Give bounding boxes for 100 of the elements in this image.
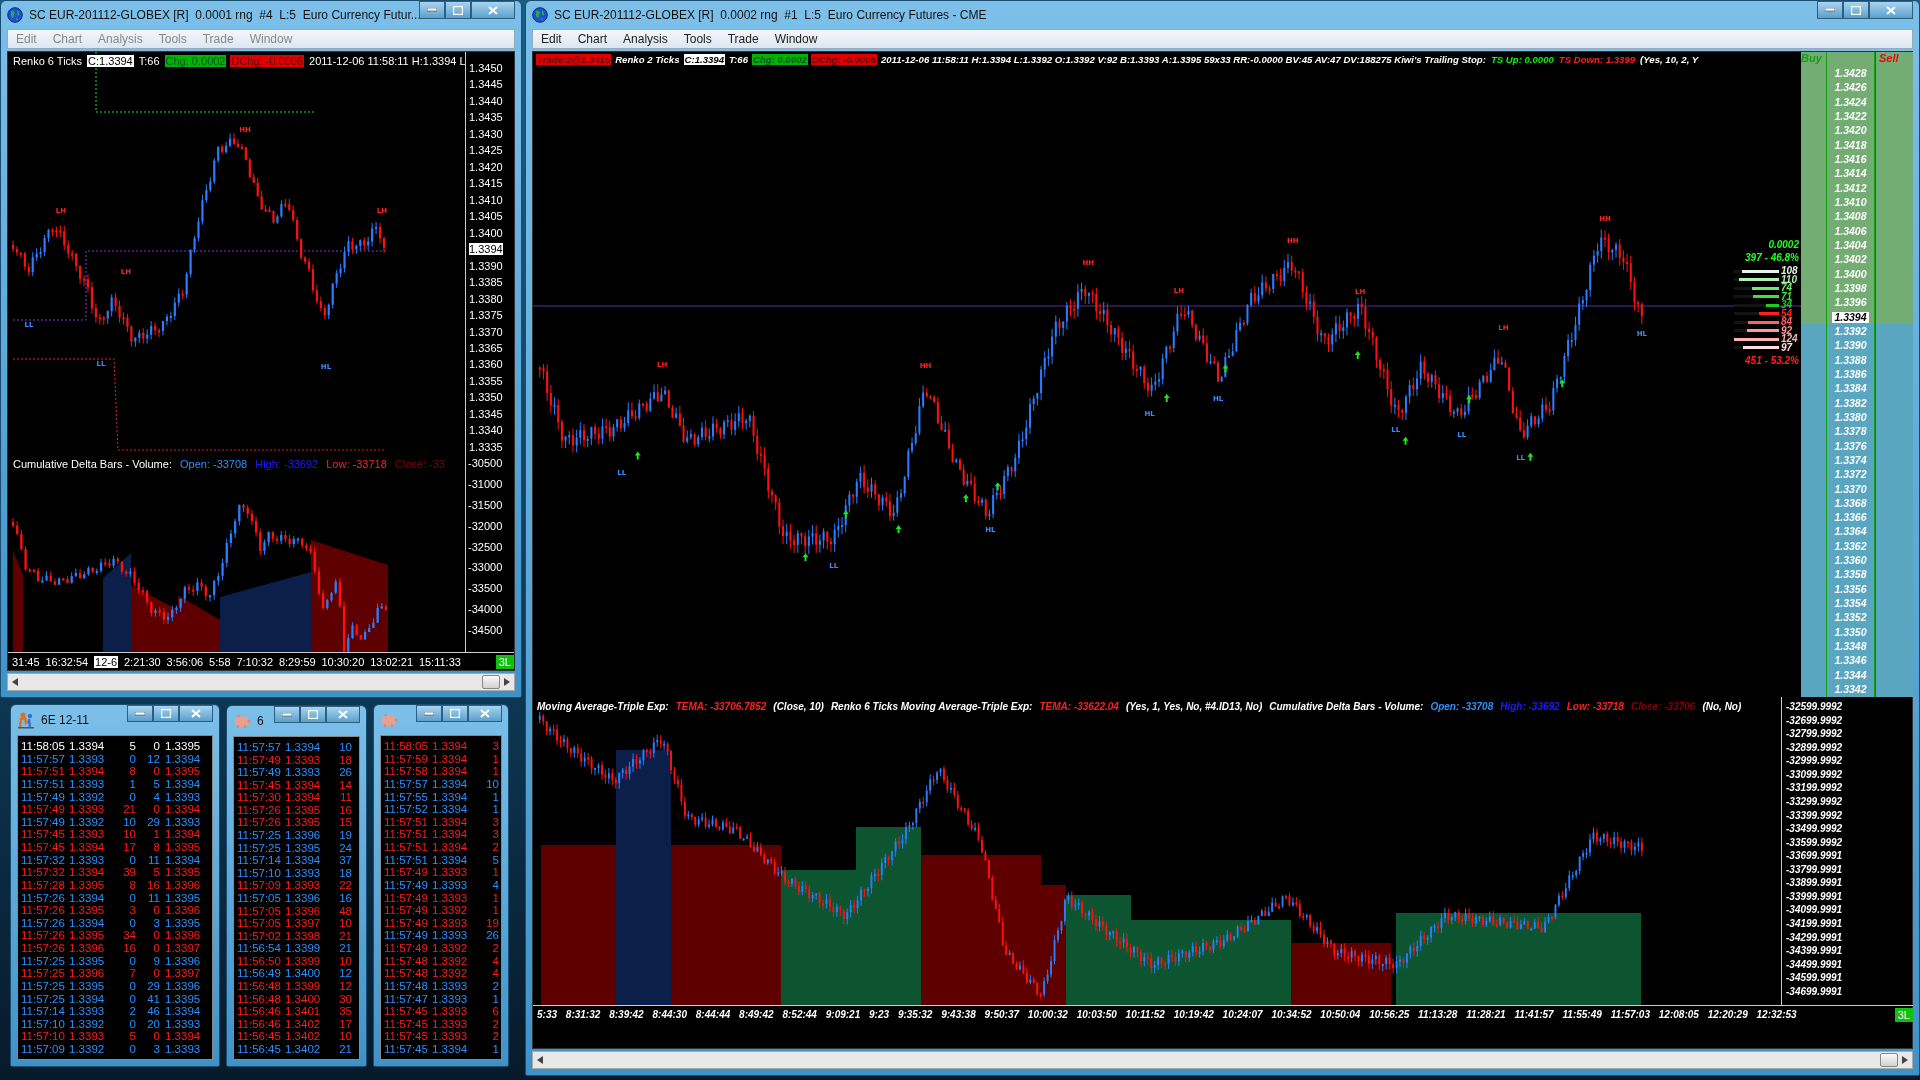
axis-label: -34199.9991 xyxy=(1786,918,1844,929)
table-cell-text: 1.3394 xyxy=(432,815,469,828)
table-cell-text: 3 xyxy=(491,740,500,752)
table-cell-text: 11:57:25 xyxy=(21,954,66,967)
menu-item[interactable]: Window xyxy=(241,32,301,46)
ladder-price[interactable]: 1.3374 xyxy=(1832,454,1869,466)
ladder-price[interactable]: 1.3380 xyxy=(1832,411,1869,423)
table-cell-text: 11:57:10 xyxy=(237,866,282,879)
table-cell-text: 5 xyxy=(128,740,137,752)
table-cell-text: 11:57:26 xyxy=(21,904,66,917)
table-cell-text: 1.3394 xyxy=(164,777,202,790)
menu-item[interactable]: Tools xyxy=(150,32,195,46)
time-label: 8:52:44 xyxy=(782,1009,817,1020)
menu-item[interactable]: Trade xyxy=(719,32,767,46)
ladder-price[interactable]: 1.3360 xyxy=(1832,555,1869,567)
table-cell-text: 3 xyxy=(491,828,500,841)
axis-label: -30500 xyxy=(468,457,504,469)
ladder-price[interactable]: 1.3386 xyxy=(1832,368,1869,380)
ladder-price[interactable]: 1.3390 xyxy=(1832,340,1869,352)
table-cell-text: 1.3394 xyxy=(432,752,469,765)
table-cell-text: 3 xyxy=(128,904,137,917)
table-cell-text: 16 xyxy=(338,803,353,816)
table-cell-text: 5 xyxy=(128,1030,137,1043)
ladder-price[interactable]: 1.3346 xyxy=(1832,655,1869,667)
ladder-price[interactable]: 1.3344 xyxy=(1832,669,1869,681)
info-badge: Chg: 0.0002 xyxy=(752,54,808,65)
table-cell-text: 11:57:26 xyxy=(237,803,282,816)
table-cell-text: 1.3394 xyxy=(69,992,106,1005)
table-cell-text: 0 xyxy=(128,853,137,866)
ladder-price[interactable]: 1.3394 xyxy=(1832,311,1869,323)
info-text: High: -33692 xyxy=(254,458,320,470)
ladder-price[interactable]: 1.3366 xyxy=(1832,512,1869,524)
ladder-price[interactable]: 1.3384 xyxy=(1832,383,1869,395)
axis-label: 1.3335 xyxy=(469,440,504,453)
table-cell-text: 2 xyxy=(491,1030,500,1043)
menu-item[interactable]: Chart xyxy=(44,32,91,46)
menu-item[interactable]: Chart xyxy=(569,32,616,46)
ladder-price[interactable]: 1.3370 xyxy=(1832,483,1869,495)
ladder-price[interactable]: 1.3388 xyxy=(1832,354,1869,366)
axis-label: -34499.9991 xyxy=(1786,958,1844,970)
table-cell-text: 1.3396 xyxy=(164,979,202,992)
ladder-price[interactable]: 1.3356 xyxy=(1832,583,1869,595)
menu-item[interactable]: Analysis xyxy=(90,32,151,46)
info-text: 2011-12-06 11:58:11 H:1.3394 L:1.3392 O:1.3392 V:92 B:1.3393 A:1.3395 59x33 RR:-0.0000 BV:45 AV:47 DV:188275 Kiwi's Trailing Stop: xyxy=(879,54,1487,65)
table-cell-text: 19 xyxy=(338,829,353,842)
ladder-price[interactable]: 1.3358 xyxy=(1832,569,1869,581)
menu-item[interactable]: Edit xyxy=(533,32,570,46)
ladder-price[interactable]: 1.3352 xyxy=(1832,612,1869,624)
ladder-price[interactable]: 1.3368 xyxy=(1832,497,1869,509)
ladder-price[interactable]: 1.3362 xyxy=(1832,540,1869,552)
time-label: 10:50:04 xyxy=(1320,1009,1361,1020)
table-cell-text: 3 xyxy=(491,815,500,828)
ladder-price[interactable]: 1.3392 xyxy=(1832,325,1869,337)
table-cell-text: 1.3393 xyxy=(164,815,202,828)
table-cell-text: 11:57:49 xyxy=(384,878,429,891)
table-cell-text: 1.3393 xyxy=(432,891,469,904)
ladder-price[interactable]: 1.3376 xyxy=(1832,440,1869,452)
menu-item[interactable]: Analysis xyxy=(615,32,676,46)
ladder-price[interactable]: 1.3342 xyxy=(1832,684,1869,696)
time-label: 10:34:52 xyxy=(1271,1009,1312,1020)
table-cell-text: 18 xyxy=(338,866,353,879)
table-cell-text: 4 xyxy=(152,790,161,803)
ladder-price[interactable]: 1.3364 xyxy=(1832,526,1869,538)
table-cell-text: 10 xyxy=(338,1030,353,1043)
table-cell-text: 1.3395 xyxy=(164,740,202,752)
table-cell-text: 46 xyxy=(146,1005,161,1018)
ladder-price[interactable]: 1.3372 xyxy=(1832,469,1869,481)
axis-label: 1.3340 xyxy=(469,424,504,437)
ladder-price[interactable]: 1.3378 xyxy=(1832,426,1869,438)
ladder-price[interactable]: 1.3354 xyxy=(1832,598,1869,610)
table-cell-text: 7 xyxy=(128,967,137,980)
table-cell-text: 11:57:25 xyxy=(21,992,66,1005)
menu-item[interactable]: Trade xyxy=(194,32,242,46)
table-cell-text: 11:57:49 xyxy=(384,916,429,929)
axis-label: 1.3380 xyxy=(469,292,504,305)
ladder-price[interactable]: 1.3348 xyxy=(1832,641,1869,653)
table-cell-text: 1.3393 xyxy=(69,1030,106,1043)
table-cell-text: 1.3393 xyxy=(432,916,469,929)
table-cell-text: 11:57:49 xyxy=(384,929,429,942)
table-cell-text: 11:57:26 xyxy=(21,929,66,942)
table-cell-text: 0 xyxy=(128,891,137,904)
ladder-price[interactable]: 1.3382 xyxy=(1832,397,1869,409)
volume-value: 54 xyxy=(1781,308,1794,319)
table-cell-text: 11:57:57 xyxy=(237,741,282,753)
menu-item[interactable]: Window xyxy=(766,32,826,46)
table-cell-text: 1.3396 xyxy=(285,829,322,842)
table-cell-text: 1.3395 xyxy=(285,841,322,854)
info-text: (Yes, 1, Yes, No, #4.ID13, No) xyxy=(1124,701,1264,712)
ladder-price[interactable]: 1.3350 xyxy=(1832,626,1869,638)
menu-item[interactable]: Tools xyxy=(675,32,720,46)
table-cell-text: 11:56:48 xyxy=(237,980,282,992)
table-cell-text: 11:56:45 xyxy=(237,1042,282,1055)
info-text: Low: -33718 xyxy=(1565,701,1625,712)
axis-label: -32500 xyxy=(468,540,504,553)
axis-label: -32899.9992 xyxy=(1786,741,1844,753)
time-label: 8:31:32 xyxy=(565,1009,601,1020)
menu-item[interactable]: Edit xyxy=(8,32,45,46)
axis-label: -33999.9991 xyxy=(1786,890,1844,902)
table-cell-text: 11:57:26 xyxy=(21,942,66,954)
info-text: TEMA: -33706.7852 xyxy=(674,701,768,712)
